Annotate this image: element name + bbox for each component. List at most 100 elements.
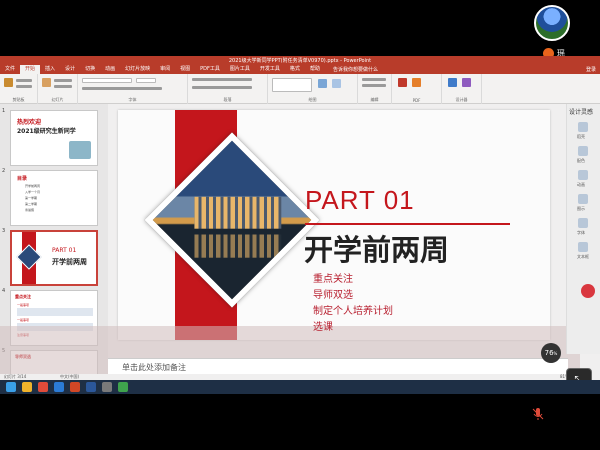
tab-developer[interactable]: 开发工具 <box>255 65 285 74</box>
align-buttons[interactable] <box>192 86 252 89</box>
tab-transitions[interactable]: 切换 <box>80 65 100 74</box>
start-icon[interactable] <box>6 382 16 392</box>
word-icon[interactable] <box>86 382 96 392</box>
ribbon-group-designer: 设计器 <box>442 74 482 104</box>
diagram-icon[interactable] <box>578 194 588 204</box>
tab-review[interactable]: 审阅 <box>155 65 175 74</box>
gift-icon[interactable] <box>581 284 595 298</box>
thumb-title: PART 01 <box>52 247 77 254</box>
export-icon[interactable] <box>412 78 421 87</box>
part-label[interactable]: PART 01 <box>305 185 415 216</box>
thumb-num: 2 <box>2 168 6 174</box>
wechat-icon[interactable] <box>118 382 128 392</box>
ribbon: 剪贴板 幻灯片 字体 段落 绘图 编辑 PDF 设计器 <box>0 74 600 104</box>
bullet-item[interactable]: 选课 <box>313 318 333 333</box>
template-icon[interactable] <box>578 122 588 132</box>
tab-file[interactable]: 文件 <box>0 65 20 74</box>
design-ideas-panel: 设计灵感 稻壳 配色 动画 图示 字体 文本框 <box>566 104 600 354</box>
thumb-toc: 开学前两周 入学一个月 第一学期 第二学期 寒暑假 <box>25 183 40 213</box>
ribbon-group-slides: 幻灯片 <box>38 74 78 104</box>
cut-button <box>16 79 32 82</box>
panel-item: 动画 <box>577 182 585 187</box>
thumbnail-slide-3[interactable]: PART 01 开学前两周 <box>10 230 98 286</box>
panel-title: 设计灵感 <box>569 109 594 116</box>
percent-value: 76 <box>544 349 554 357</box>
tab-animations[interactable]: 动画 <box>100 65 120 74</box>
font-format-buttons[interactable] <box>82 87 162 90</box>
window-title: 2021级大学新同学PPT(附任务清单V0970).pptx - PowerPo… <box>228 58 372 64</box>
thumbnail-slide-1[interactable]: 热烈欢迎 2021级研究生新同学 <box>10 110 98 166</box>
animation-icon[interactable] <box>578 170 588 180</box>
color-icon[interactable] <box>578 146 588 156</box>
windows-taskbar <box>0 380 600 394</box>
login-link[interactable]: 登录 <box>586 66 596 73</box>
textbox-icon[interactable] <box>578 242 588 252</box>
microphone-muted-icon[interactable] <box>532 407 544 421</box>
title-bar: 2021级大学新同学PPT(附任务清单V0970).pptx - PowerPo… <box>0 56 600 65</box>
quick-styles-icon[interactable] <box>332 79 341 88</box>
tab-picture-tools[interactable]: 图片工具 <box>225 65 255 74</box>
group-label-paragraph: 段落 <box>223 97 232 102</box>
tab-view[interactable]: 视图 <box>175 65 195 74</box>
group-label-pdf: PDF <box>412 98 421 103</box>
explorer-icon[interactable] <box>22 382 32 392</box>
app-icon[interactable] <box>102 382 112 392</box>
building-photo[interactable] <box>144 132 320 308</box>
ribbon-group-font: 字体 <box>78 74 188 104</box>
thumbnail-slide-2[interactable]: 目录 开学前两周 入学一个月 第一学期 第二学期 寒暑假 <box>10 170 98 226</box>
replace-button[interactable] <box>362 84 386 87</box>
powerpoint-icon[interactable] <box>70 382 80 392</box>
designer-icon[interactable] <box>448 78 457 87</box>
app-icon[interactable] <box>54 382 64 392</box>
panel-item: 稻壳 <box>577 134 585 139</box>
tab-slideshow[interactable]: 幻灯片放映 <box>120 65 155 74</box>
tab-format[interactable]: 格式 <box>285 65 305 74</box>
thumb-item: 一般事项 <box>17 318 30 322</box>
video-participant-avatar[interactable] <box>534 5 570 41</box>
tab-pdf[interactable]: PDF工具 <box>195 65 225 74</box>
shapes-gallery[interactable] <box>272 78 312 92</box>
panel-item: 文本框 <box>577 254 589 259</box>
new-slide-icon[interactable] <box>42 78 51 87</box>
ribbon-group-paragraph: 段落 <box>188 74 268 104</box>
thumb-subtitle: 2021级研究生新同学 <box>17 128 76 135</box>
notes-placeholder: 单击此处添加备注 <box>122 363 186 372</box>
font-name-select[interactable] <box>82 78 132 83</box>
thumb-diamond <box>16 244 42 270</box>
group-label-font: 字体 <box>128 97 137 102</box>
tab-help[interactable]: 帮助 <box>305 65 325 74</box>
pdf-icon[interactable] <box>398 78 407 87</box>
percent-unit: % <box>553 350 558 356</box>
performance-badge[interactable]: 76% <box>541 343 561 363</box>
reflection <box>194 234 282 258</box>
tab-design[interactable]: 设计 <box>60 65 80 74</box>
group-label-designer: 设计器 <box>455 97 468 102</box>
ribbon-group-editing: 编辑 <box>358 74 392 104</box>
group-label-slides: 幻灯片 <box>51 97 64 102</box>
thumb-title: 热烈欢迎 <box>17 119 42 126</box>
thumb-subtitle: 开学前两周 <box>52 258 87 266</box>
bullet-item[interactable]: 重点关注 <box>313 270 353 285</box>
group-label-clipboard: 剪贴板 <box>12 97 25 102</box>
find-button[interactable] <box>362 78 386 81</box>
bullet-item[interactable]: 制定个人培养计划 <box>313 302 393 317</box>
bullet-item[interactable]: 导师双选 <box>313 286 353 301</box>
thumb-num: 4 <box>2 288 6 294</box>
list-buttons[interactable] <box>192 78 252 81</box>
arrange-icon[interactable] <box>318 79 327 88</box>
paste-icon[interactable] <box>4 78 13 87</box>
tell-me-search[interactable]: 告诉我你想要做什么 <box>333 66 378 73</box>
ideas-icon[interactable] <box>462 78 471 87</box>
tab-home[interactable]: 开始 <box>20 65 41 74</box>
copy-button <box>16 85 32 88</box>
slide-title[interactable]: 开学前两周 <box>304 227 449 269</box>
notes-pane[interactable]: 单击此处添加备注 <box>108 358 568 374</box>
font-size-select[interactable] <box>136 78 156 83</box>
chrome-icon[interactable] <box>38 382 48 392</box>
font-icon[interactable] <box>578 218 588 228</box>
thumb-title: 重点关注 <box>15 294 31 299</box>
building-windows <box>194 196 282 229</box>
panel-item: 配色 <box>577 158 585 163</box>
tab-insert[interactable]: 插入 <box>40 65 60 74</box>
ribbon-group-clipboard: 剪贴板 <box>0 74 38 104</box>
